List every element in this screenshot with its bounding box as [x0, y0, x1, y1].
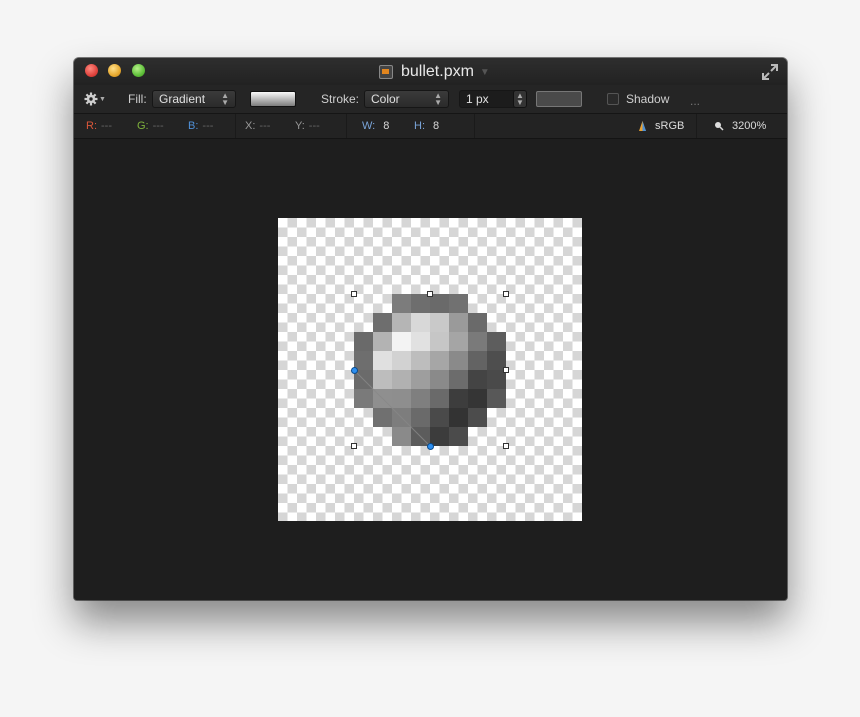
- document-icon: [379, 65, 393, 79]
- x-value: ---: [259, 120, 271, 132]
- gradient-line: [353, 369, 431, 447]
- y-label: Y:: [295, 120, 305, 132]
- app-window: bullet.pxm ▼ ▼ Fill: Gradient ▲ ▼ Stroke…: [74, 58, 787, 600]
- x-readout: X: ---: [245, 114, 270, 138]
- updown-arrows-icon: ▲ ▼: [221, 91, 229, 107]
- divider: [474, 114, 475, 138]
- gear-icon: [84, 92, 98, 106]
- fill-swatch[interactable]: [250, 91, 296, 107]
- y-readout: Y: ---: [295, 114, 320, 138]
- g-label: G:: [137, 120, 149, 132]
- b-label: B:: [188, 120, 199, 132]
- zoom-value: 3200%: [732, 120, 767, 132]
- stroke-type-select[interactable]: Color ▲ ▼: [364, 90, 449, 108]
- gear-menu-button[interactable]: ▼: [84, 89, 106, 109]
- color-profile-icon: [639, 121, 646, 131]
- artboard[interactable]: [278, 218, 582, 521]
- gradient-start-handle[interactable]: [351, 367, 358, 374]
- updown-arrows-icon: ▲ ▼: [434, 91, 442, 107]
- width-readout: W: 8: [362, 114, 389, 138]
- title-bar: bullet.pxm ▼: [74, 58, 787, 85]
- shadow-checkbox[interactable]: [607, 93, 619, 105]
- selection-handle-top[interactable]: [427, 291, 433, 297]
- fullscreen-icon[interactable]: [761, 63, 779, 81]
- height-readout: H: 8: [414, 114, 439, 138]
- fill-type-value: Gradient: [159, 92, 206, 106]
- blue-readout: B: ---: [188, 114, 213, 138]
- gradient-end-handle[interactable]: [427, 443, 434, 450]
- r-label: R:: [86, 120, 97, 132]
- more-options-button[interactable]: ...: [690, 94, 700, 108]
- stroke-type-value: Color: [371, 92, 400, 106]
- color-profile-button[interactable]: sRGB: [638, 114, 684, 138]
- w-value: 8: [383, 120, 390, 132]
- divider: [696, 114, 697, 138]
- chevron-down-icon: ▼: [479, 66, 490, 78]
- fill-type-select[interactable]: Gradient ▲ ▼: [152, 90, 236, 108]
- stroke-width-stepper[interactable]: ▲ ▼: [513, 90, 527, 108]
- toolbar: ▼ Fill: Gradient ▲ ▼ Stroke: Color ▲ ▼ 1 p…: [74, 85, 787, 114]
- w-label: W:: [362, 120, 376, 132]
- g-value: ---: [152, 120, 164, 132]
- green-readout: G: ---: [137, 114, 164, 138]
- color-profile-value: sRGB: [655, 120, 685, 132]
- divider: [235, 114, 236, 138]
- h-label: H:: [414, 120, 425, 132]
- zoom-control[interactable]: 3200%: [714, 114, 766, 138]
- h-value: 8: [433, 120, 440, 132]
- stroke-width-value: 1 px: [466, 92, 489, 106]
- selection-handle-right[interactable]: [503, 367, 509, 373]
- r-value: ---: [101, 120, 112, 132]
- window-title: bullet.pxm: [401, 63, 474, 80]
- b-value: ---: [202, 120, 214, 132]
- x-label: X:: [245, 120, 256, 132]
- zoom-icon: [715, 122, 724, 131]
- selection-handle-top-left[interactable]: [351, 291, 357, 297]
- close-button[interactable]: [85, 64, 98, 77]
- y-value: ---: [308, 120, 320, 132]
- window-title-area[interactable]: bullet.pxm ▼: [379, 62, 490, 82]
- selection-handle-bottom-left[interactable]: [351, 443, 357, 449]
- divider: [346, 114, 347, 138]
- selection-handle-top-right[interactable]: [503, 291, 509, 297]
- info-bar: R: --- G: --- B: --- X: --- Y: --- W: 8 …: [74, 114, 787, 139]
- chevron-down-icon: ▼: [99, 95, 106, 103]
- selection-handle-bottom-right[interactable]: [503, 443, 509, 449]
- shadow-label: Shadow: [626, 92, 670, 106]
- red-readout: R: ---: [86, 114, 112, 138]
- zoom-button[interactable]: [132, 64, 145, 77]
- fill-label: Fill:: [128, 92, 147, 106]
- minimize-button[interactable]: [108, 64, 121, 77]
- stroke-label: Stroke:: [321, 92, 360, 106]
- stroke-swatch[interactable]: [536, 91, 582, 107]
- shadow-toggle[interactable]: Shadow: [607, 89, 669, 109]
